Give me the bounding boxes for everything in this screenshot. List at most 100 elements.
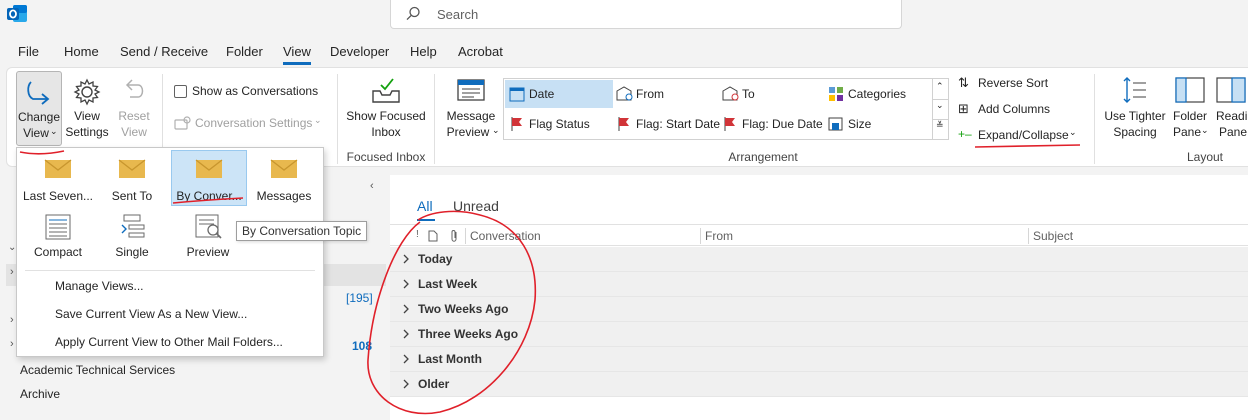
column-subject[interactable]: Subject <box>1033 229 1073 243</box>
filter-tab-unread[interactable]: Unread <box>453 198 499 214</box>
tab-send-receive[interactable]: Send / Receive <box>120 44 208 59</box>
reading-pane-icon <box>1216 77 1246 103</box>
search-input[interactable] <box>437 5 877 23</box>
folder-academic-technical-services[interactable]: Academic Technical Services <box>20 363 175 377</box>
view-single[interactable]: Single <box>95 207 169 263</box>
column-separator <box>465 228 466 244</box>
reading-pane-label-1: Readin <box>1216 109 1248 123</box>
view-messages[interactable]: Messages <box>247 151 321 207</box>
chevron-right-icon[interactable] <box>402 279 410 289</box>
column-conversation[interactable]: Conversation <box>470 229 541 243</box>
arrangement-gallery: Date From To Categories Flag Status Flag… <box>503 78 949 140</box>
gallery-scroll-down-button[interactable]: ⌄ <box>932 99 948 119</box>
search-icon <box>406 6 420 21</box>
arrange-by-flag-status[interactable]: Flag Status <box>505 110 613 138</box>
chevron-right-icon[interactable] <box>402 329 410 339</box>
tab-help[interactable]: Help <box>410 44 437 59</box>
manage-views-command[interactable]: Manage Views... <box>55 279 144 293</box>
filter-tab-all[interactable]: All <box>417 198 433 214</box>
reading-pane-button[interactable]: Readin Pane <box>1212 71 1248 146</box>
tab-file[interactable]: File <box>18 44 39 59</box>
view-compact[interactable]: Compact <box>21 207 95 263</box>
group-label: Last Month <box>418 352 482 366</box>
expand-collapse-button[interactable]: +– Expand/Collapse ⌄ <box>958 127 1084 145</box>
change-view-label-1: Change <box>17 110 61 124</box>
categories-icon <box>829 87 843 101</box>
group-row-older[interactable]: Older <box>390 372 1248 397</box>
column-from[interactable]: From <box>705 229 733 243</box>
envelope-icon <box>44 159 72 178</box>
tab-folder[interactable]: Folder <box>226 44 263 59</box>
chevron-right-icon[interactable] <box>402 379 410 389</box>
use-tighter-spacing-button[interactable]: Use Tighter Spacing <box>1100 71 1170 146</box>
reset-view-label-2: View <box>121 125 147 139</box>
chevron-right-icon[interactable] <box>402 254 410 264</box>
tab-acrobat[interactable]: Acrobat <box>458 44 503 59</box>
apply-view-to-folders-command[interactable]: Apply Current View to Other Mail Folders… <box>55 335 283 349</box>
search-box[interactable] <box>390 0 902 29</box>
arrange-by-size[interactable]: Size <box>824 110 934 138</box>
view-label: Preview <box>186 245 230 259</box>
view-preview[interactable]: Preview <box>171 207 245 263</box>
gallery-more-button[interactable]: ≚ <box>932 119 948 139</box>
arrange-from-label: From <box>636 87 664 101</box>
save-view-as-new-command[interactable]: Save Current View As a New View... <box>55 307 247 321</box>
conversation-settings-button[interactable]: Conversation Settings ⌄ <box>174 115 326 133</box>
reset-view-button[interactable]: Reset View <box>112 71 156 146</box>
importance-column-icon[interactable]: ! <box>416 229 419 240</box>
undo-icon <box>125 79 144 98</box>
chevron-right-icon[interactable] <box>402 354 410 364</box>
column-separator[interactable] <box>700 228 701 244</box>
arrange-flag-start-date-label: Flag: Start Date <box>636 117 721 131</box>
group-row-last-month[interactable]: Last Month <box>390 347 1248 372</box>
folder-archive[interactable]: Archive <box>20 387 60 401</box>
view-settings-button[interactable]: View Settings <box>64 71 110 146</box>
reverse-sort-button[interactable]: ⇅ Reverse Sort <box>958 75 1078 93</box>
view-settings-label-1: View <box>74 109 100 123</box>
group-row-two-weeks-ago[interactable]: Two Weeks Ago <box>390 297 1248 322</box>
view-last-seven-days[interactable]: Last Seven... <box>21 151 95 207</box>
arrange-by-from[interactable]: From <box>612 80 718 108</box>
show-as-conversations-label: Show as Conversations <box>192 84 319 98</box>
chevron-down-icon: ⌄ <box>492 125 500 135</box>
chevron-right-icon[interactable]: › <box>10 266 14 278</box>
item-type-column-icon[interactable] <box>428 230 438 242</box>
envelope-person-icon <box>616 86 633 101</box>
column-separator[interactable] <box>1028 228 1029 244</box>
add-columns-button[interactable]: ⊞ Add Columns <box>958 101 1078 119</box>
change-view-button[interactable]: Change View ⌄ <box>16 71 62 146</box>
arrange-by-flag-start-date[interactable]: Flag: Start Date <box>612 110 721 138</box>
group-row-three-weeks-ago[interactable]: Three Weeks Ago <box>390 322 1248 347</box>
attachment-column-icon[interactable] <box>449 229 459 243</box>
collapse-pane-icon[interactable]: ‹ <box>370 180 374 192</box>
chevron-right-icon[interactable]: › <box>10 338 14 350</box>
gallery-scroll-up-button[interactable]: ⌃ <box>932 79 948 99</box>
arrange-by-to[interactable]: To <box>718 80 824 108</box>
chevron-right-icon[interactable]: › <box>10 314 14 326</box>
group-row-today[interactable]: Today <box>390 247 1248 272</box>
arrange-by-flag-due-date[interactable]: Flag: Due Date <box>718 110 824 138</box>
view-by-conversation[interactable]: By Conver... <box>171 150 247 206</box>
checkbox-box[interactable] <box>174 85 187 98</box>
reading-pane-label-2: Pane <box>1219 125 1248 139</box>
tooltip: By Conversation Topic <box>236 221 368 241</box>
group-row-last-week[interactable]: Last Week <box>390 272 1248 297</box>
more-icon: ≚ <box>936 120 944 130</box>
view-sent-to[interactable]: Sent To <box>95 151 169 207</box>
chevron-down-icon: ⌄ <box>314 115 322 125</box>
tab-developer[interactable]: Developer <box>330 44 389 59</box>
message-preview-button[interactable]: Message Preview ⌄ <box>440 71 502 146</box>
envelope-recipient-icon <box>722 86 739 101</box>
tab-home[interactable]: Home <box>64 44 99 59</box>
arrange-by-date[interactable]: Date <box>505 80 613 108</box>
chevron-right-icon[interactable] <box>402 304 410 314</box>
arrange-by-categories[interactable]: Categories <box>824 80 934 108</box>
folder-pane-icon <box>1175 77 1205 103</box>
show-as-conversations-checkbox[interactable]: Show as Conversations <box>174 84 324 100</box>
tighter-spacing-icon <box>1123 77 1146 103</box>
tab-view[interactable]: View <box>283 44 311 59</box>
outlook-logo-icon <box>6 4 28 24</box>
dropdown-divider <box>25 270 315 271</box>
show-focused-inbox-button[interactable]: Show Focused Inbox <box>342 71 430 146</box>
folder-pane-button[interactable]: Folder Pane ⌄ <box>1168 71 1212 146</box>
